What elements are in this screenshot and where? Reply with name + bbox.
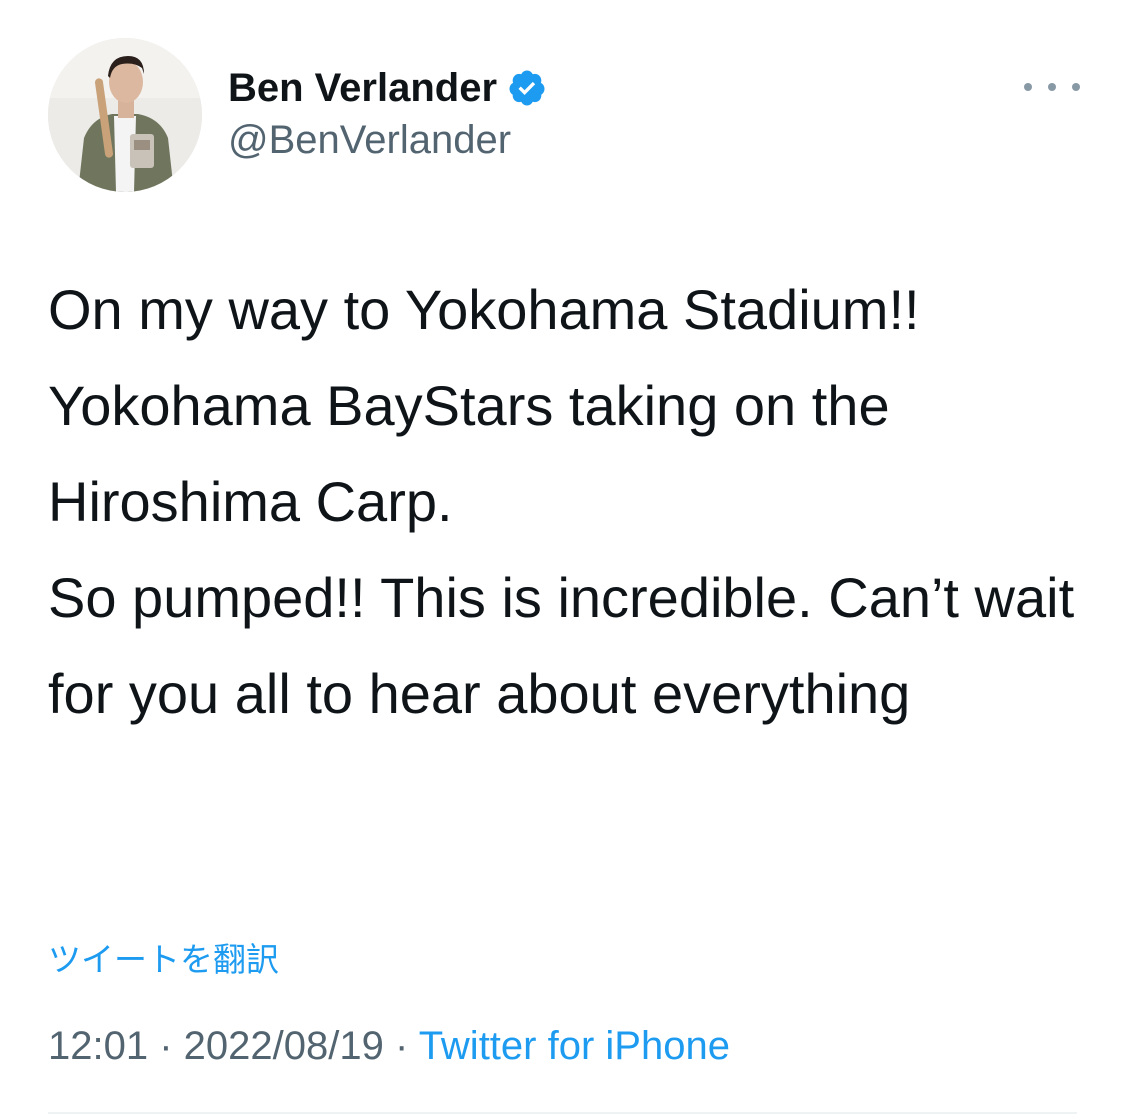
author-name-row[interactable]: Ben Verlander (228, 62, 547, 114)
more-dot (1048, 83, 1056, 91)
tweet-metadata: 12:01 · 2022/08/19 · Twitter for iPhone (48, 1024, 730, 1069)
divider (48, 1112, 1077, 1114)
tweet-date[interactable]: 2022/08/19 (184, 1024, 384, 1068)
translate-tweet-link[interactable]: ツイートを翻訳 (48, 933, 279, 981)
tweet-paragraph: So pumped!! This is incredible. Can’t wa… (48, 566, 1075, 725)
more-dot (1072, 83, 1080, 91)
tweet-time[interactable]: 12:01 (48, 1024, 148, 1068)
tweet-text: On my way to Yokohama Stadium!! Yokohama… (48, 262, 1098, 742)
meta-separator: · (383, 1024, 419, 1068)
author-handle[interactable]: @BenVerlander (228, 118, 511, 163)
tweet-source-link[interactable]: Twitter for iPhone (419, 1024, 730, 1068)
avatar[interactable] (48, 38, 202, 192)
more-dot (1024, 83, 1032, 91)
verified-badge-icon (507, 68, 547, 108)
avatar-photo (48, 38, 202, 192)
meta-separator: · (148, 1024, 184, 1068)
tweet-paragraph: On my way to Yokohama Stadium!! (48, 278, 920, 341)
more-options-icon[interactable] (1024, 70, 1080, 104)
display-name[interactable]: Ben Verlander (228, 66, 497, 111)
tweet-paragraph: Yokohama BayStars taking on the Hiroshim… (48, 374, 890, 533)
